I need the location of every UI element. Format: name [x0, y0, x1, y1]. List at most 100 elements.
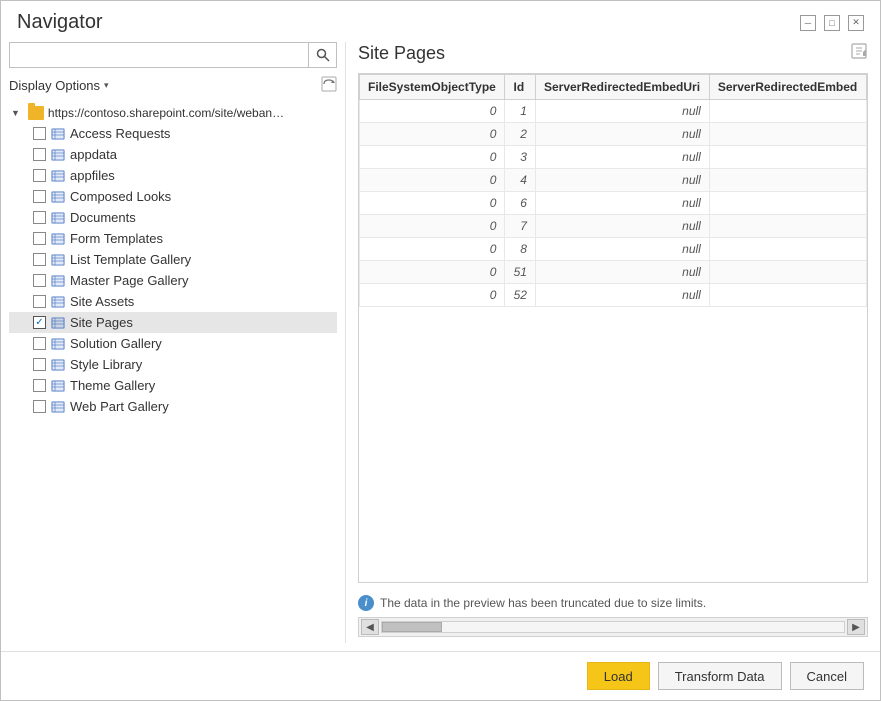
tree-item-checkbox[interactable] [33, 400, 46, 413]
tree-item[interactable]: appfiles [9, 165, 337, 186]
tree-item[interactable]: Solution Gallery [9, 333, 337, 354]
tree-item[interactable]: List Template Gallery [9, 249, 337, 270]
table-row: 01null [360, 100, 867, 123]
tree-item-checkbox[interactable] [33, 253, 46, 266]
info-text: The data in the preview has been truncat… [380, 596, 706, 610]
tree-item[interactable]: Access Requests [9, 123, 337, 144]
table-cell: 0 [360, 261, 505, 284]
table-cell: null [535, 169, 709, 192]
list-icon [50, 190, 66, 204]
col-header-serverredirectedembeduri: ServerRedirectedEmbedUri [535, 75, 709, 100]
root-url-label: https://contoso.sharepoint.com/site/weba… [48, 106, 288, 120]
refresh-button[interactable] [321, 76, 337, 95]
tree-item-checkbox[interactable] [33, 358, 46, 371]
list-icon [50, 232, 66, 246]
table-cell: 2 [505, 123, 535, 146]
tree-item-checkbox[interactable] [33, 379, 46, 392]
horizontal-scrollbar[interactable]: ◀ ▶ [358, 617, 868, 637]
table-cell: 1 [505, 100, 535, 123]
minimize-button[interactable]: ─ [800, 15, 816, 31]
list-icon [50, 127, 66, 141]
preview-export-button[interactable] [850, 42, 868, 65]
tree-item[interactable]: Web Part Gallery [9, 396, 337, 417]
list-icon [50, 211, 66, 225]
load-button[interactable]: Load [587, 662, 650, 690]
display-options-row: Display Options ▾ [9, 76, 337, 95]
navigator-dialog: Navigator ─ □ ✕ Display [0, 0, 881, 701]
list-icon [50, 379, 66, 393]
table-cell: 52 [505, 284, 535, 307]
table-cell [709, 100, 866, 123]
tree-item[interactable]: appdata [9, 144, 337, 165]
tree-area: ▼ https://contoso.sharepoint.com/site/we… [9, 103, 337, 643]
table-cell [709, 284, 866, 307]
tree-item[interactable]: Site Assets [9, 291, 337, 312]
tree-item-checkbox[interactable] [33, 316, 46, 329]
info-icon: i [358, 595, 374, 611]
transform-data-button[interactable]: Transform Data [658, 662, 782, 690]
table-cell: 0 [360, 238, 505, 261]
table-cell: null [535, 284, 709, 307]
tree-item-checkbox[interactable] [33, 232, 46, 245]
table-row: 06null [360, 192, 867, 215]
tree-item-label: Access Requests [70, 126, 170, 141]
tree-item-checkbox[interactable] [33, 337, 46, 350]
tree-item[interactable]: Master Page Gallery [9, 270, 337, 291]
tree-item-label: Web Part Gallery [70, 399, 169, 414]
search-icon [316, 48, 330, 62]
content-area: Display Options ▾ ▼ https://cont [1, 34, 880, 651]
display-options-button[interactable]: Display Options ▾ [9, 78, 109, 93]
tree-item-checkbox[interactable] [33, 127, 46, 140]
tree-item-label: Composed Looks [70, 189, 171, 204]
tree-item[interactable]: Composed Looks [9, 186, 337, 207]
tree-item-checkbox[interactable] [33, 190, 46, 203]
table-cell: 6 [505, 192, 535, 215]
tree-item[interactable]: Site Pages [9, 312, 337, 333]
tree-item-checkbox[interactable] [33, 211, 46, 224]
preview-title: Site Pages [358, 43, 445, 64]
tree-item-label: Style Library [70, 357, 142, 372]
tree-item[interactable]: Style Library [9, 354, 337, 375]
table-cell: null [535, 192, 709, 215]
tree-item-checkbox[interactable] [33, 148, 46, 161]
scroll-right-button[interactable]: ▶ [847, 619, 865, 635]
footer: Load Transform Data Cancel [1, 651, 880, 700]
table-cell: null [535, 146, 709, 169]
close-button[interactable]: ✕ [848, 15, 864, 31]
tree-item[interactable]: Documents [9, 207, 337, 228]
display-options-label: Display Options [9, 78, 100, 93]
table-cell: 8 [505, 238, 535, 261]
table-row: 08null [360, 238, 867, 261]
table-cell: null [535, 100, 709, 123]
tree-item[interactable]: Form Templates [9, 228, 337, 249]
table-cell [709, 238, 866, 261]
table-cell [709, 261, 866, 284]
tree-item-checkbox[interactable] [33, 169, 46, 182]
col-header-serverredirectedembed: ServerRedirectedEmbed [709, 75, 866, 100]
info-row: i The data in the preview has been trunc… [358, 589, 868, 617]
tree-item-label: Form Templates [70, 231, 163, 246]
table-cell [709, 215, 866, 238]
scroll-thumb[interactable] [382, 622, 442, 632]
table-body: 01null02null03null04null06null07null08nu… [360, 100, 867, 307]
search-button[interactable] [309, 42, 337, 68]
tree-root-item[interactable]: ▼ https://contoso.sharepoint.com/site/we… [9, 103, 337, 123]
maximize-button[interactable]: □ [824, 15, 840, 31]
col-header-filesystem: FileSystemObjectType [360, 75, 505, 100]
tree-item-checkbox[interactable] [33, 274, 46, 287]
table-cell: 0 [360, 146, 505, 169]
tree-item[interactable]: Theme Gallery [9, 375, 337, 396]
tree-item-label: Site Assets [70, 294, 134, 309]
title-bar: Navigator ─ □ ✕ [1, 1, 880, 34]
table-cell: 4 [505, 169, 535, 192]
cancel-button[interactable]: Cancel [790, 662, 864, 690]
preview-header: Site Pages [358, 42, 868, 65]
tree-items-container: Access Requests appdata appfiles Compose… [9, 123, 337, 417]
table-cell: null [535, 238, 709, 261]
scroll-left-button[interactable]: ◀ [361, 619, 379, 635]
tree-item-label: Master Page Gallery [70, 273, 189, 288]
tree-item-checkbox[interactable] [33, 295, 46, 308]
search-row [9, 42, 337, 68]
search-input[interactable] [9, 42, 309, 68]
list-icon [50, 253, 66, 267]
